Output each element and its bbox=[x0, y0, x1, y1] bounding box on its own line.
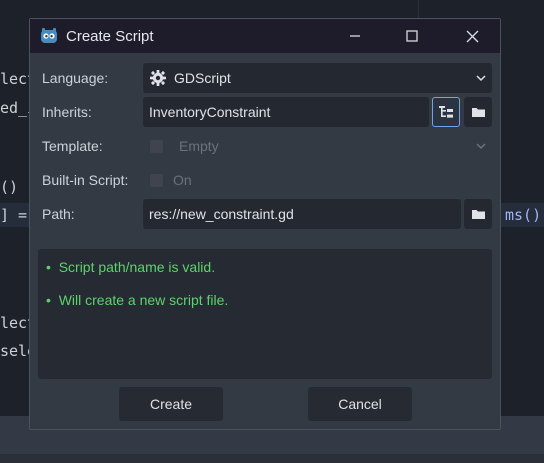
maximize-icon bbox=[406, 30, 418, 42]
create-script-dialog: Create Script Language: GDScript Inherit… bbox=[29, 18, 501, 430]
godot-icon bbox=[41, 28, 57, 43]
template-value: Empty bbox=[179, 138, 219, 154]
code-line: ] = bbox=[0, 206, 28, 224]
inherits-input[interactable]: InventoryConstraint bbox=[143, 97, 429, 127]
validation-messages: • Script path/name is valid. • Will crea… bbox=[38, 249, 492, 379]
template-label: Template: bbox=[42, 138, 103, 154]
gear-icon bbox=[150, 70, 166, 86]
code-line: ms() bbox=[505, 206, 542, 224]
inherits-label: Inherits: bbox=[42, 104, 92, 120]
dialog-title: Create Script bbox=[66, 27, 154, 45]
path-input[interactable]: res://new_constraint.gd bbox=[143, 199, 461, 229]
template-select[interactable]: Empty bbox=[173, 131, 492, 161]
template-checkbox[interactable] bbox=[150, 140, 163, 153]
message-item: • Script path/name is valid. bbox=[46, 259, 216, 275]
path-label: Path: bbox=[42, 206, 75, 222]
inherits-value: InventoryConstraint bbox=[149, 104, 271, 120]
chevron-down-icon bbox=[476, 75, 486, 82]
dialog-titlebar[interactable]: Create Script bbox=[30, 19, 500, 53]
class-tree-button[interactable] bbox=[432, 97, 460, 127]
create-button[interactable]: Create bbox=[119, 387, 223, 421]
editor-status-bar bbox=[0, 454, 544, 463]
builtin-label: Built-in Script: bbox=[42, 172, 129, 188]
folder-icon bbox=[471, 210, 485, 219]
minimize-icon bbox=[350, 35, 360, 37]
language-select[interactable]: GDScript bbox=[143, 63, 492, 93]
folder-icon bbox=[471, 108, 485, 117]
builtin-on-label: On bbox=[173, 172, 192, 188]
path-browse-button[interactable] bbox=[464, 199, 492, 229]
path-value: res://new_constraint.gd bbox=[149, 206, 294, 222]
close-icon bbox=[466, 30, 478, 42]
close-button[interactable] bbox=[448, 19, 496, 53]
language-label: Language: bbox=[42, 70, 109, 86]
message-item: • Will create a new script file. bbox=[46, 292, 229, 308]
builtin-checkbox[interactable] bbox=[150, 174, 163, 187]
cancel-button[interactable]: Cancel bbox=[308, 387, 412, 421]
class-tree-icon bbox=[439, 106, 453, 118]
maximize-button[interactable] bbox=[388, 19, 436, 53]
chevron-down-icon bbox=[476, 143, 486, 150]
minimize-button[interactable] bbox=[331, 19, 379, 53]
language-value: GDScript bbox=[174, 70, 231, 86]
inherits-browse-button[interactable] bbox=[464, 97, 492, 127]
